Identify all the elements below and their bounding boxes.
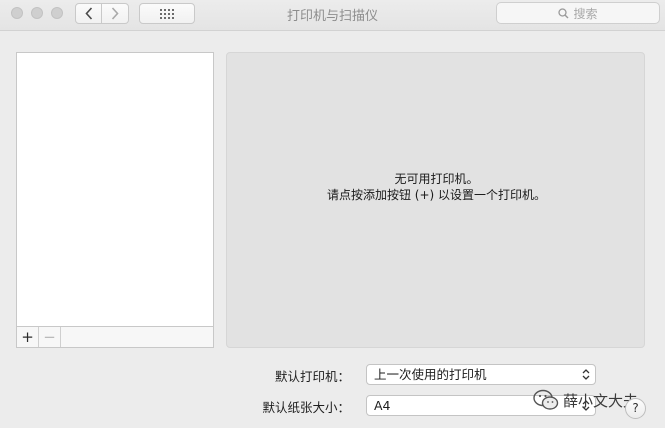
search-placeholder: 搜索 <box>573 6 598 21</box>
printer-list-toolbar: + − <box>16 327 214 348</box>
paper-size-label: 默认纸张大小： <box>262 400 350 415</box>
printer-detail-panel: 无可用打印机。 请点按添加按钮 (+) 以设置一个打印机。 <box>226 52 645 348</box>
popup-arrows-icon <box>582 369 590 380</box>
default-printer-label: 默认打印机： <box>274 369 350 384</box>
paper-size-popup[interactable]: A4 <box>366 395 596 416</box>
help-button[interactable]: ? <box>625 398 646 419</box>
popup-arrows-icon <box>582 400 590 411</box>
default-printer-value: 上一次使用的打印机 <box>374 367 487 382</box>
empty-message-line1: 无可用打印机。 <box>394 172 479 186</box>
empty-message: 无可用打印机。 请点按添加按钮 (+) 以设置一个打印机。 <box>227 171 646 203</box>
paper-size-value: A4 <box>374 398 391 413</box>
title-bar: 打印机与扫描仪 搜索 <box>0 0 665 31</box>
default-printer-popup[interactable]: 上一次使用的打印机 <box>366 364 596 385</box>
add-printer-button[interactable]: + <box>17 327 39 347</box>
search-icon <box>558 7 569 18</box>
remove-printer-button[interactable]: − <box>39 327 61 347</box>
search-field[interactable]: 搜索 <box>496 2 660 24</box>
empty-message-line2: 请点按添加按钮 (+) 以设置一个打印机。 <box>326 188 547 202</box>
printer-list[interactable] <box>16 52 214 327</box>
